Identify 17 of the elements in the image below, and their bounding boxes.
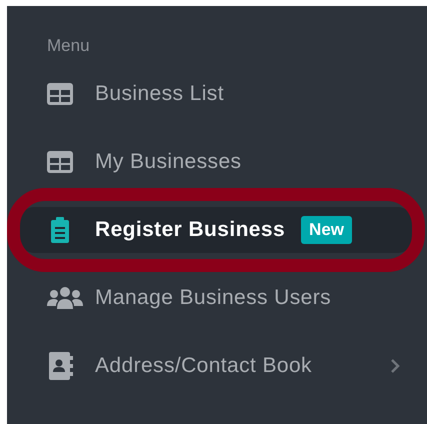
menu-item-label: Manage Business Users [95,286,332,310]
table-icon [47,83,73,105]
menu-item-label: Register Business [95,218,286,242]
clipboard-icon [51,217,69,243]
menu-item-label: Business List [95,82,224,106]
users-icon [47,287,83,309]
menu-heading: Menu [47,36,90,56]
menu-item-label: My Businesses [95,150,242,174]
contact-book-icon [49,352,73,380]
menu-item[interactable]: My Businesses [20,139,412,185]
menu-item-label: Address/Contact Book [95,354,312,378]
new-badge: New [301,216,352,244]
menu-item[interactable]: Address/Contact Book [20,343,412,389]
menu-item[interactable]: Business List [20,71,412,117]
table-icon [47,151,73,173]
menu-item[interactable]: Manage Business Users [20,275,412,321]
menu-item[interactable]: Register Business New [20,207,412,253]
